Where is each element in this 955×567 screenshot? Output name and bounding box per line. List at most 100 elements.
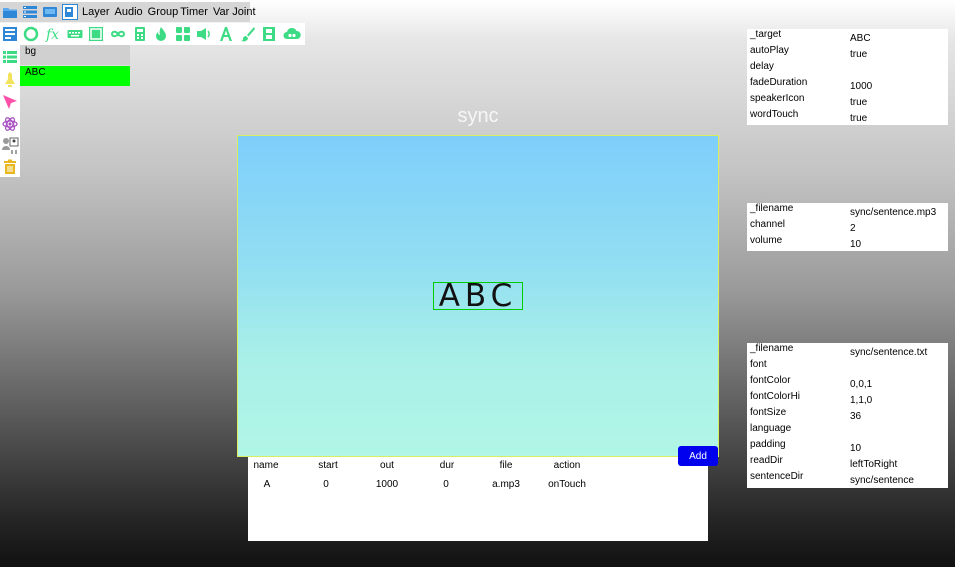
property-row[interactable]: fadeDuration 1000 xyxy=(747,77,948,93)
property-row[interactable]: _target ABC xyxy=(747,29,948,45)
layer-item-abc[interactable]: ABC xyxy=(20,66,130,86)
property-value[interactable]: leftToRight xyxy=(850,459,897,470)
top-menu-bar: Layer Audio Group Timer Var Joint xyxy=(0,2,256,22)
property-row[interactable]: delay xyxy=(747,61,948,77)
cell-action[interactable]: onTouch xyxy=(548,479,586,490)
property-value[interactable]: ABC xyxy=(850,33,871,44)
property-value[interactable]: sync/sentence.mp3 xyxy=(850,207,936,218)
property-row[interactable]: wordTouch true xyxy=(747,109,948,125)
cell-file[interactable]: a.mp3 xyxy=(492,479,520,490)
property-key: fadeDuration xyxy=(750,77,808,88)
property-value[interactable]: sync/sentence.txt xyxy=(850,347,927,358)
film-icon[interactable] xyxy=(261,25,278,43)
property-value[interactable]: 36 xyxy=(850,411,861,422)
property-value[interactable]: 1000 xyxy=(850,81,872,92)
property-row[interactable]: fontSize 36 xyxy=(747,407,948,423)
property-value[interactable]: true xyxy=(850,49,867,60)
property-row[interactable]: _filename sync/sentence.txt xyxy=(747,343,948,359)
property-value[interactable]: 10 xyxy=(850,239,861,250)
property-row[interactable]: font xyxy=(747,359,948,375)
column-header-name: name xyxy=(253,460,279,471)
layer-item-bg[interactable]: bg xyxy=(20,45,130,65)
atom-icon[interactable] xyxy=(1,115,19,133)
property-row[interactable]: readDir leftToRight xyxy=(747,455,948,471)
menu-layer[interactable]: Layer xyxy=(82,6,110,18)
timing-table: name start out dur file action A 0 1000 … xyxy=(248,457,708,541)
flame-icon[interactable] xyxy=(153,25,170,43)
speaker-icon[interactable] xyxy=(196,25,213,43)
left-toolbar xyxy=(0,45,20,177)
property-row[interactable]: fontColor 0,0,1 xyxy=(747,375,948,391)
cell-name[interactable]: A xyxy=(264,479,271,490)
menu-audio[interactable]: Audio xyxy=(115,6,143,18)
keyboard-icon[interactable] xyxy=(66,25,83,43)
property-key: sentenceDir xyxy=(750,471,804,482)
grid-icon[interactable] xyxy=(174,25,191,43)
column-header-out: out xyxy=(380,460,394,471)
property-row[interactable]: sentenceDir sync/sentence xyxy=(747,471,948,487)
cloud-icon[interactable] xyxy=(283,25,301,43)
page-icon[interactable] xyxy=(1,25,18,43)
property-key: fontColorHi xyxy=(750,391,801,402)
property-value[interactable]: true xyxy=(850,97,867,108)
column-header-file: file xyxy=(499,460,513,471)
property-key: autoPlay xyxy=(750,45,789,56)
property-key: delay xyxy=(750,61,774,72)
property-key: font xyxy=(750,359,767,370)
text-icon[interactable] xyxy=(218,25,235,43)
property-row[interactable]: channel 2 xyxy=(747,219,948,235)
save-page-icon[interactable] xyxy=(62,3,78,21)
property-value[interactable]: sync/sentence xyxy=(850,475,914,486)
property-value[interactable]: 2 xyxy=(850,223,856,234)
property-value[interactable]: true xyxy=(850,113,867,124)
calculator-icon[interactable] xyxy=(131,25,148,43)
sentence-object[interactable]: ABC xyxy=(433,280,523,311)
cell-start[interactable]: 0 xyxy=(323,479,329,490)
timing-header: name start out dur file action xyxy=(248,460,708,474)
table-row[interactable]: A 0 1000 0 a.mp3 onTouch xyxy=(248,479,708,493)
people-icon[interactable] xyxy=(1,136,19,154)
menu-joint[interactable]: Joint xyxy=(232,6,255,18)
trash-icon[interactable] xyxy=(1,158,19,176)
list-icon[interactable] xyxy=(1,48,19,66)
menu-var[interactable]: Var xyxy=(213,6,229,18)
property-key: _target xyxy=(750,29,782,40)
property-key: language xyxy=(750,423,792,434)
property-row[interactable]: autoPlay true xyxy=(747,45,948,61)
function-icon[interactable]: fx xyxy=(44,25,61,43)
text-properties-panel: _filename sync/sentence.txt font fontColo… xyxy=(747,343,948,488)
property-value[interactable]: 0,0,1 xyxy=(850,379,872,390)
infinity-icon[interactable] xyxy=(109,25,126,43)
add-button[interactable]: Add xyxy=(678,446,718,466)
property-row[interactable]: speakerIcon true xyxy=(747,93,948,109)
property-row[interactable]: fontColorHi 1,1,0 xyxy=(747,391,948,407)
circle-arrow-icon[interactable] xyxy=(23,25,40,43)
property-key: wordTouch xyxy=(750,109,799,120)
property-value[interactable]: 1,1,0 xyxy=(850,395,872,406)
rectangle-icon[interactable] xyxy=(88,25,105,43)
property-row[interactable]: language xyxy=(747,423,948,439)
stage-canvas[interactable]: ABC xyxy=(237,135,719,457)
layers-list-icon[interactable] xyxy=(22,3,38,21)
property-value[interactable]: 10 xyxy=(850,443,861,454)
cell-out[interactable]: 1000 xyxy=(376,479,398,490)
bell-icon[interactable] xyxy=(1,71,19,89)
property-key: fontSize xyxy=(750,407,787,418)
cell-dur[interactable]: 0 xyxy=(443,479,449,490)
property-key: readDir xyxy=(750,455,783,466)
property-row[interactable]: _filename sync/sentence.mp3 xyxy=(747,203,948,219)
folder-icon[interactable] xyxy=(2,3,18,21)
column-header-action: action xyxy=(553,460,581,471)
cursor-icon[interactable] xyxy=(1,93,19,111)
window-icon[interactable] xyxy=(42,3,58,21)
menu-timer[interactable]: Timer xyxy=(180,6,208,18)
property-key: padding xyxy=(750,439,786,450)
property-row[interactable]: padding 10 xyxy=(747,439,948,455)
property-row[interactable]: volume 10 xyxy=(747,235,948,251)
property-key: _filename xyxy=(750,343,794,354)
property-key: _filename xyxy=(750,203,794,214)
menu-group[interactable]: Group xyxy=(148,6,179,18)
property-key: speakerIcon xyxy=(750,93,805,104)
brush-icon[interactable] xyxy=(239,25,256,43)
svg-text:fx: fx xyxy=(45,27,59,42)
